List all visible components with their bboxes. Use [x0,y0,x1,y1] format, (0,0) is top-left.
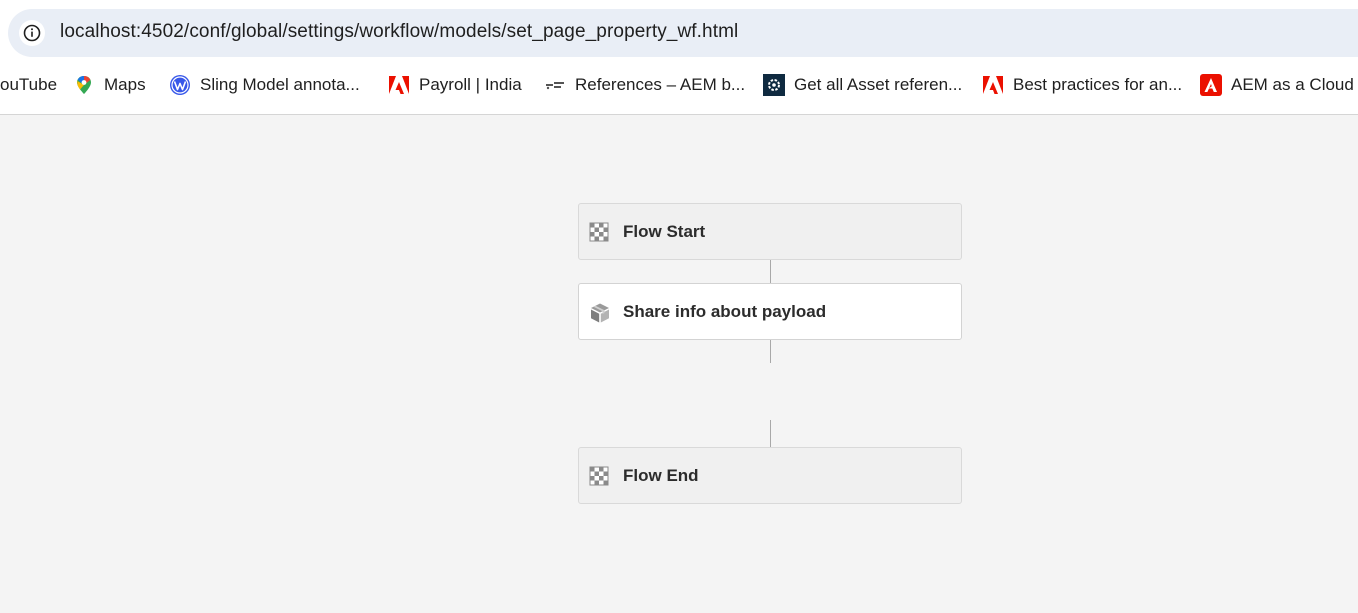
address-bar[interactable]: localhost:4502/conf/global/settings/work… [8,9,1358,57]
workflow-canvas: Flow Start Share info about payload Flow… [0,116,1358,613]
bookmark-label: ouTube [0,75,58,94]
site-gear-icon [763,74,785,96]
flow-checker-icon [589,222,609,242]
bookmark-aem-cloud[interactable]: AEM as a Cloud S [1200,72,1358,98]
process-box-icon [589,302,609,322]
bookmark-label: Sling Model annota... [200,75,360,94]
bookmark-best-practices[interactable]: Best practices for an... [982,72,1182,98]
bookmark-label: References – AEM b... [575,75,746,94]
bookmark-youtube[interactable]: ouTube [0,72,57,98]
connector-line [770,420,771,447]
bookmarks-bar: ouTube Maps Sling Model annota... Payrol… [0,68,1358,102]
bookmark-references[interactable]: References – AEM b... [544,72,745,98]
bookmark-sling-model[interactable]: Sling Model annota... [169,72,360,98]
workflow-node-share-info[interactable]: Share info about payload [578,283,962,340]
connector-line [770,260,771,283]
site-info-icon[interactable] [19,20,45,46]
bookmark-asset-references[interactable]: Get all Asset referen... [763,72,962,98]
node-label: Flow Start [623,221,706,241]
wordpress-icon [169,74,191,96]
adobe-icon [982,74,1004,96]
bookmark-maps[interactable]: Maps [73,72,146,98]
workflow-node-flow-end[interactable]: Flow End [578,447,962,504]
flow-checker-icon [589,466,609,486]
bookmark-label: Best practices for an... [1013,75,1183,94]
workflow-node-flow-start[interactable]: Flow Start [578,203,962,260]
adobe-icon [388,74,410,96]
bookmark-label: Payroll | India [419,75,522,94]
node-label: Share info about payload [623,301,827,321]
bookmark-payroll[interactable]: Payroll | India [388,72,522,98]
connector-line [770,340,771,363]
node-label: Flow End [623,465,699,485]
bookmark-site-icon [544,74,566,96]
browser-chrome: localhost:4502/conf/global/settings/work… [0,0,1358,115]
bookmark-label: AEM as a Cloud S [1231,75,1358,94]
bookmark-label: Get all Asset referen... [794,75,963,94]
adobe-square-icon [1200,74,1222,96]
google-maps-icon [73,74,95,96]
bookmark-label: Maps [104,75,146,94]
url-text[interactable]: localhost:4502/conf/global/settings/work… [60,21,738,43]
